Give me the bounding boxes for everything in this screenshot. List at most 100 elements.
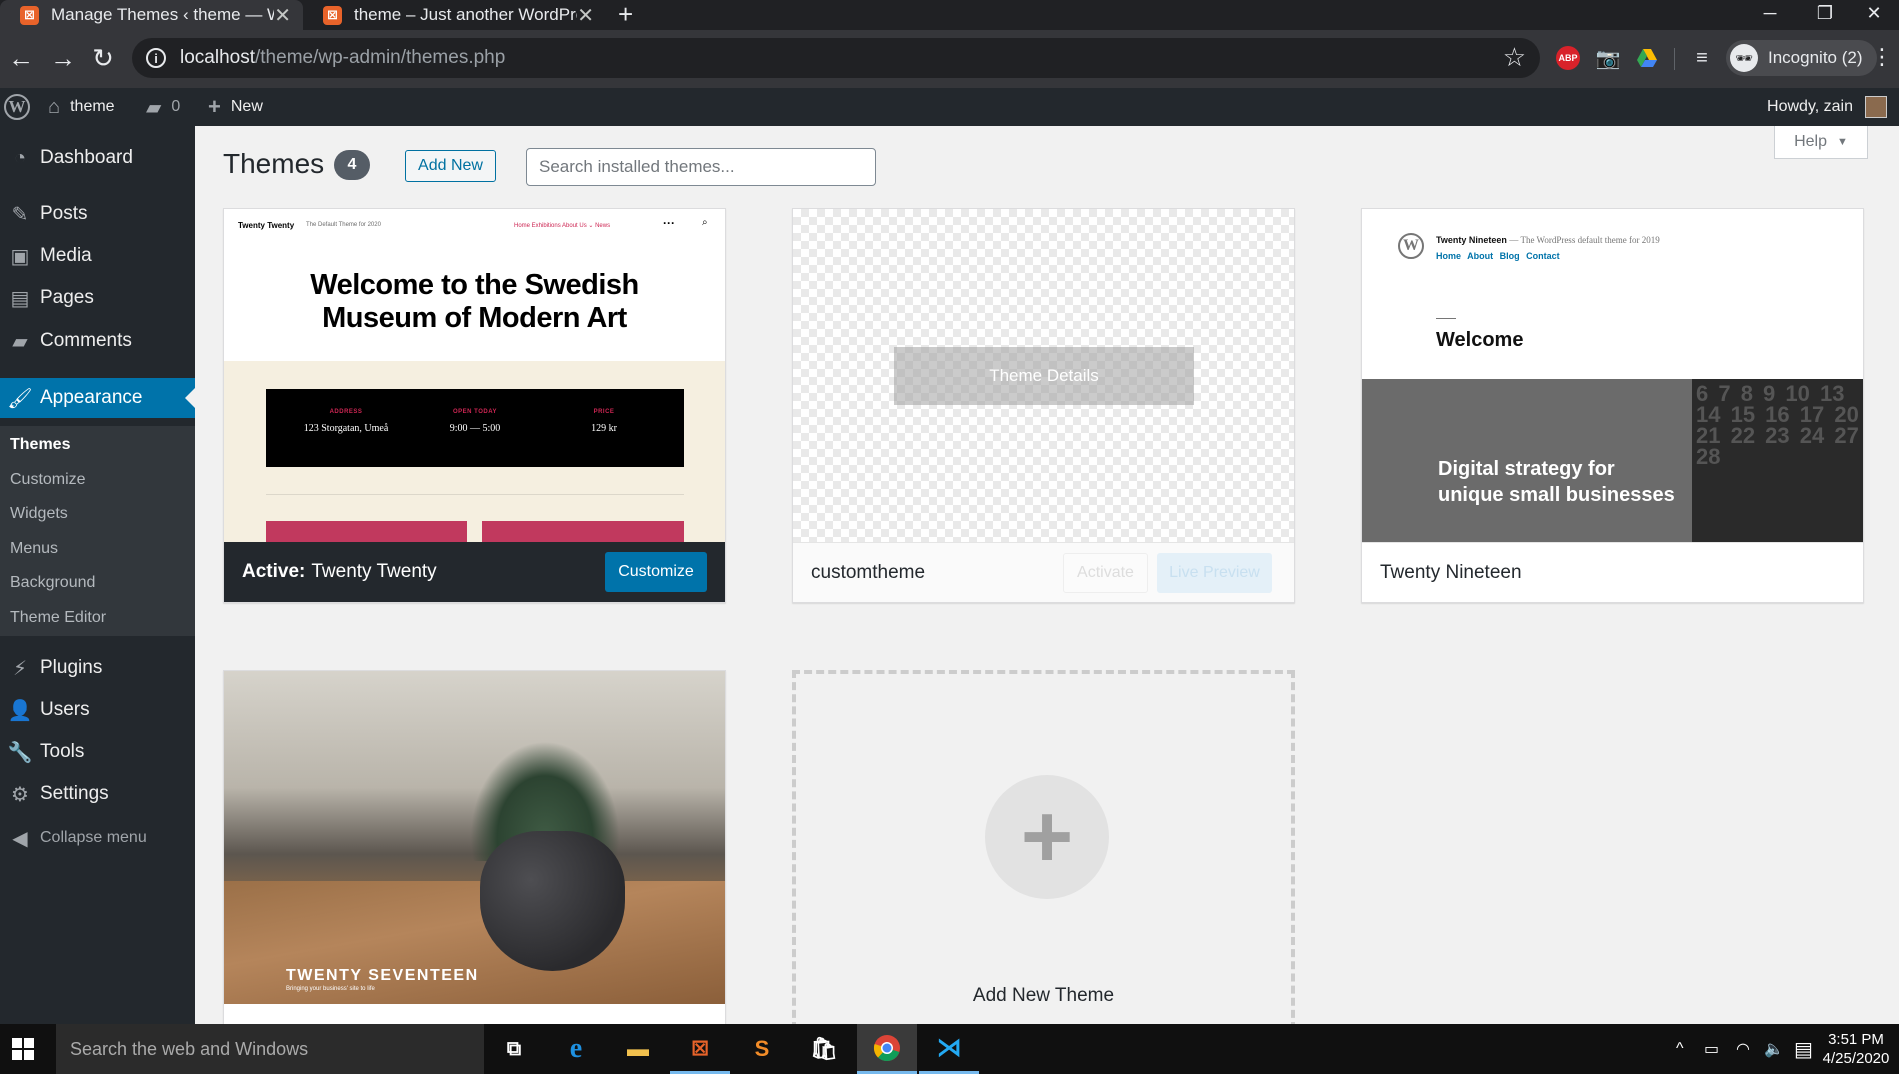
preview-welcome: Welcome (1436, 329, 1524, 351)
howdy-greeting: Howdy, zain (1767, 98, 1853, 115)
task-view-icon[interactable]: ⧉ (484, 1024, 544, 1074)
taskbar-clock[interactable]: 3:51 PM 4/25/2020 (1818, 1030, 1894, 1068)
theme-count-badge: 4 (334, 150, 370, 180)
clock-time: 3:51 PM (1828, 1031, 1884, 1048)
menu-comments[interactable]: ▰ Comments (0, 321, 195, 361)
menu-media[interactable]: ▣ Media (0, 236, 195, 276)
menu-label: Plugins (40, 657, 103, 678)
page-title: Themes (223, 148, 325, 179)
chrome-icon[interactable] (857, 1024, 917, 1074)
site-info-icon[interactable]: i (146, 48, 166, 68)
action-center-icon[interactable]: ▤ (1794, 1024, 1813, 1074)
windows-taskbar: Search the web and Windows ⧉ e ▬ ⊠ S 🛍 ⋊… (0, 1024, 1899, 1074)
theme-card-twenty-seventeen[interactable]: TWENTY SEVENTEEN Bringing your business'… (223, 670, 726, 1024)
theme-card-customtheme[interactable]: Theme Details customtheme Activate Live … (792, 208, 1295, 603)
taskbar-search-box[interactable]: Search the web and Windows (56, 1024, 484, 1074)
submenu-menus[interactable]: Menus (10, 540, 58, 558)
theme-name-bar: Twenty Nineteen (1362, 542, 1863, 602)
menu-posts[interactable]: ✎ Posts (0, 194, 195, 234)
admin-sidebar: ◔ Dashboard ✎ Posts ▣ Media ▤ Pages ▰ Co… (0, 126, 195, 1024)
comment-icon: ▰ (12, 330, 28, 353)
tab-title: Manage Themes ‹ theme — WordPress (51, 5, 274, 24)
comment-bubble-icon: ▰ (146, 96, 162, 119)
theme-name: Twenty Twenty (311, 561, 437, 582)
collapse-menu-button[interactable]: ◀ Collapse menu (0, 818, 195, 858)
new-tab-icon[interactable]: + (618, 0, 633, 30)
preview-calendar: 6 7 8 9 10 13 14 15 16 17 20 21 22 23 24… (1692, 379, 1863, 542)
volume-icon[interactable]: 🔈 (1764, 1024, 1784, 1074)
submenu-widgets[interactable]: Widgets (10, 505, 68, 523)
menu-appearance[interactable]: 🖌 Appearance (0, 378, 195, 418)
media-queue-icon[interactable]: ≡ (1690, 46, 1714, 70)
wordpress-logo-icon: W (4, 94, 30, 120)
theme-name-bar: customtheme Activate Live Preview (793, 542, 1294, 602)
menu-tools[interactable]: 🔧 Tools (0, 732, 195, 772)
comments-link[interactable]: ▰ 0 (146, 88, 180, 126)
pages-icon: ▤ (10, 287, 30, 310)
menu-plugins[interactable]: ⚡ Plugins (0, 648, 195, 688)
wifi-icon[interactable]: ◠ (1736, 1024, 1750, 1074)
google-drive-extension-icon[interactable] (1634, 46, 1660, 70)
tray-chevron-icon[interactable]: ^ (1676, 1024, 1684, 1074)
preview-divider (266, 494, 684, 495)
site-name-link[interactable]: ⌂ theme (48, 88, 115, 126)
menu-dashboard[interactable]: ◔ Dashboard (0, 138, 195, 178)
theme-card-twenty-nineteen[interactable]: W Twenty Nineteen — The WordPress defaul… (1361, 208, 1864, 603)
store-icon[interactable]: 🛍 (794, 1024, 854, 1074)
add-new-theme-card[interactable]: + Add New Theme (792, 670, 1295, 1024)
customize-button[interactable]: Customize (605, 552, 707, 592)
search-themes-input[interactable] (526, 148, 876, 186)
windows-start-icon[interactable] (12, 1038, 34, 1060)
browser-tab-site[interactable]: ⊠ theme – Just another WordPress site ✕ (303, 0, 606, 30)
help-label: Help (1794, 133, 1827, 150)
bookmark-star-icon[interactable]: ☆ (1503, 42, 1526, 73)
close-window-icon[interactable]: ✕ (1849, 0, 1899, 30)
xampp-icon[interactable]: ⊠ (670, 1024, 730, 1074)
wrench-icon: 🔧 (7, 741, 33, 764)
url-host: localhost (180, 47, 255, 68)
menu-users[interactable]: 👤 Users (0, 690, 195, 730)
address-bar[interactable]: i localhost /theme/wp-admin/themes.php ☆ (132, 38, 1540, 78)
submenu-themes[interactable]: Themes (10, 436, 70, 454)
theme-card-twenty-twenty[interactable]: Twenty Twenty The Default Theme for 2020… (223, 208, 726, 603)
restore-icon[interactable]: ❐ (1800, 0, 1850, 30)
preview-menu-dots-icon: ··· (663, 216, 675, 230)
adblock-plus-icon[interactable]: ABP (1556, 46, 1580, 70)
pin-icon: ✎ (11, 203, 29, 226)
submenu-customize[interactable]: Customize (10, 471, 86, 489)
camera-extension-icon[interactable]: 📷 (1596, 46, 1621, 70)
vscode-icon[interactable]: ⋊ (919, 1024, 979, 1074)
live-preview-button[interactable]: Live Preview (1157, 553, 1272, 593)
browser-menu-icon[interactable]: ⋮ (1871, 44, 1893, 70)
edge-browser-icon[interactable]: e (546, 1024, 606, 1074)
close-tab-icon[interactable]: ✕ (274, 3, 291, 28)
reload-icon[interactable]: ↻ (86, 42, 120, 76)
preview-plant-pot (480, 831, 625, 971)
close-tab-icon[interactable]: ✕ (577, 3, 594, 28)
menu-label: Media (40, 245, 92, 266)
preview-tagline: — The WordPress default theme for 2019 (1509, 235, 1660, 245)
browser-tab-manage-themes[interactable]: ⊠ Manage Themes ‹ theme — WordPress ✕ (0, 0, 303, 30)
theme-details-button[interactable]: Theme Details (894, 347, 1194, 405)
forward-icon[interactable]: → (46, 42, 80, 76)
submenu-background[interactable]: Background (10, 574, 95, 592)
add-new-button[interactable]: Add New (405, 150, 496, 182)
submenu-theme-editor[interactable]: Theme Editor (10, 609, 106, 627)
sublime-text-icon[interactable]: S (732, 1024, 792, 1074)
incognito-profile-button[interactable]: 🕶 Incognito (2) (1726, 40, 1877, 76)
back-icon[interactable]: ← (4, 42, 38, 76)
menu-pages[interactable]: ▤ Pages (0, 278, 195, 318)
preview-nav: Home Exhibitions About Us ⌄ News (514, 223, 611, 229)
battery-icon[interactable]: ▭ (1704, 1024, 1719, 1074)
menu-label: Pages (40, 287, 94, 308)
activate-button[interactable]: Activate (1063, 553, 1148, 593)
new-content-link[interactable]: + New (208, 88, 263, 126)
menu-label: Appearance (40, 387, 143, 408)
my-account-menu[interactable]: Howdy, zain (1767, 88, 1887, 126)
preview-headline: Welcome to the Swedish Museum of Modern … (310, 269, 639, 334)
help-tab-button[interactable]: Help ▼ (1774, 126, 1868, 159)
menu-settings[interactable]: ⚙ Settings (0, 774, 195, 814)
minimize-icon[interactable]: ─ (1745, 0, 1795, 30)
file-explorer-icon[interactable]: ▬ (608, 1024, 668, 1074)
wp-logo-menu[interactable]: W (4, 88, 30, 126)
